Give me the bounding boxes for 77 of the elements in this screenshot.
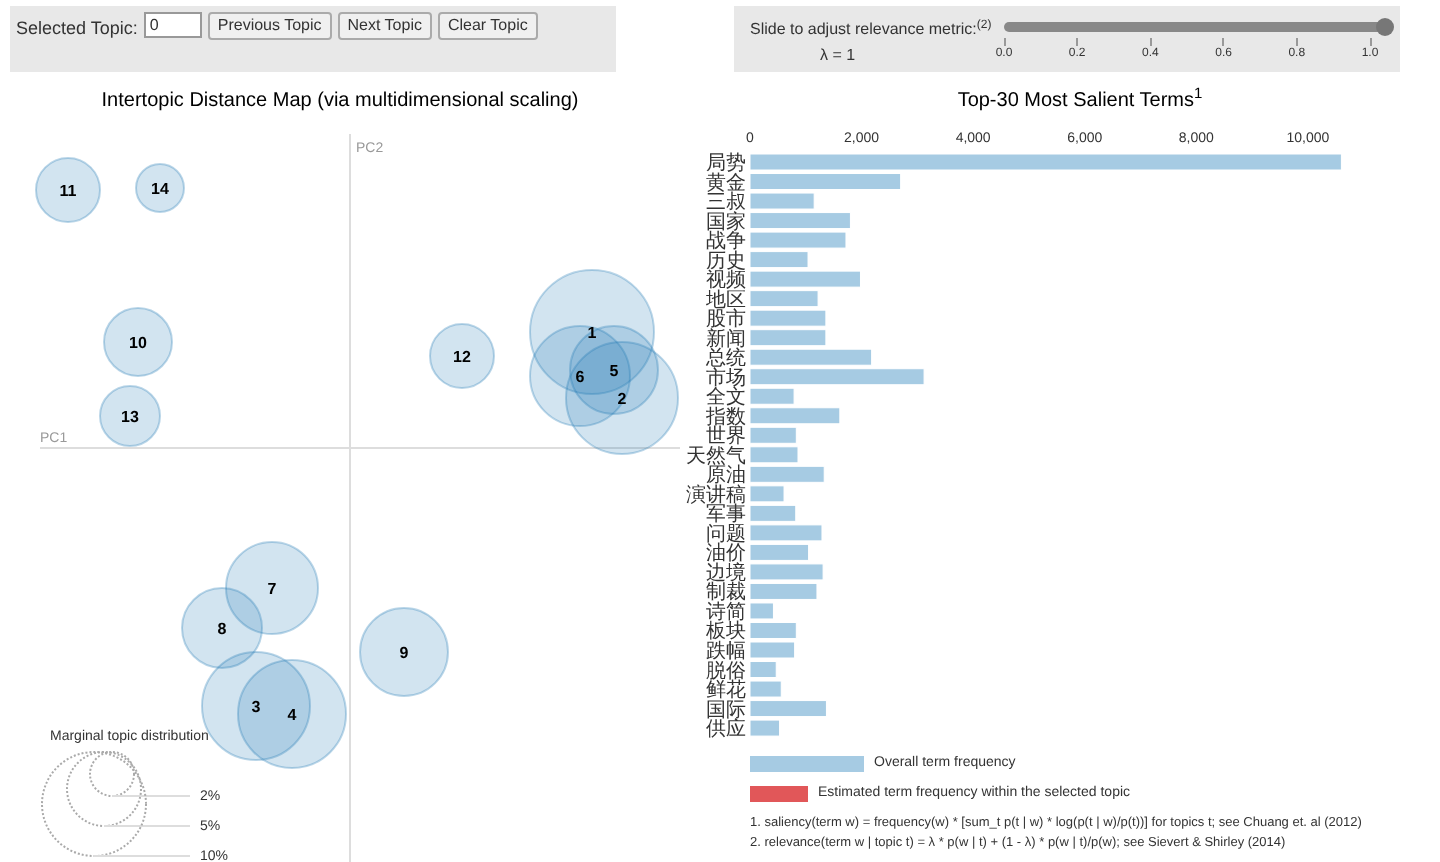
term-label: 局势 bbox=[706, 153, 746, 175]
slider-thumb[interactable] bbox=[1376, 18, 1394, 36]
term-bar[interactable] bbox=[749, 153, 1342, 171]
term-bar[interactable] bbox=[749, 270, 861, 288]
leader-line bbox=[111, 794, 191, 797]
term-bar[interactable] bbox=[749, 231, 847, 249]
term-bar[interactable] bbox=[749, 329, 827, 347]
term-bar[interactable] bbox=[749, 426, 797, 444]
term-bar[interactable] bbox=[749, 602, 774, 620]
term-label: 市场 bbox=[706, 367, 746, 390]
topic-number: 11 bbox=[59, 181, 77, 200]
term-label: 世界 bbox=[706, 426, 746, 449]
term-label: 指数 bbox=[706, 406, 746, 429]
term-bar[interactable] bbox=[749, 622, 797, 639]
term-bar[interactable] bbox=[749, 680, 782, 698]
leader-line bbox=[93, 854, 191, 857]
term-label: 鲜花 bbox=[706, 680, 746, 703]
topic-number: 2 bbox=[617, 389, 627, 408]
term-bar[interactable] bbox=[749, 212, 851, 230]
term-label: 诗简 bbox=[706, 601, 746, 624]
term-label: 问题 bbox=[706, 523, 746, 546]
term-label: 新闻 bbox=[706, 328, 746, 351]
topic-number: 3 bbox=[251, 697, 261, 716]
relevance-label: Slide to adjust relevance metric:$^{(2)}$ bbox=[750, 18, 992, 42]
topic-number: 5 bbox=[609, 361, 619, 380]
topic-button[interactable]: Clear Topic bbox=[437, 12, 538, 40]
term-bar[interactable] bbox=[749, 309, 827, 327]
topic-button[interactable]: Next Topic bbox=[337, 12, 432, 40]
selected-topic-label: Selected Topic: bbox=[16, 16, 138, 42]
term-bar[interactable] bbox=[749, 192, 815, 210]
topic-button[interactable]: Previous Topic bbox=[207, 12, 332, 40]
term-bar[interactable] bbox=[749, 465, 825, 483]
term-bar[interactable] bbox=[749, 173, 902, 190]
term-bar[interactable] bbox=[749, 368, 925, 386]
term-bar[interactable] bbox=[749, 290, 819, 308]
term-bar[interactable] bbox=[749, 524, 823, 542]
topic-number: 9 bbox=[399, 643, 409, 662]
term-bar[interactable] bbox=[749, 348, 873, 366]
topic-number: 13 bbox=[121, 407, 139, 426]
topic-number: 12 bbox=[453, 347, 471, 366]
topic-number: 10 bbox=[129, 333, 147, 352]
term-label: 国家 bbox=[706, 211, 746, 234]
lambda-value: λ = 1 bbox=[820, 44, 856, 68]
term-label: 供应 bbox=[706, 719, 746, 742]
term-bar[interactable] bbox=[749, 582, 818, 600]
map-title: Intertopic Distance Map (via multidimensional scaling) bbox=[101, 87, 579, 116]
term-label: 脱俗 bbox=[706, 660, 746, 683]
term-bar[interactable] bbox=[749, 700, 827, 718]
chart-title: Top-30 Most Salient Terms$^{1}$ bbox=[957, 86, 1203, 116]
topic-input[interactable]: 0 bbox=[143, 12, 202, 38]
topic-circle[interactable] bbox=[99, 384, 161, 447]
term-label: 天然气 bbox=[686, 445, 746, 468]
topic-number: 1 bbox=[587, 323, 597, 342]
term-bar[interactable] bbox=[749, 563, 824, 581]
topic-number: 14 bbox=[151, 179, 169, 198]
term-label: 战争 bbox=[706, 231, 746, 254]
term-bar[interactable] bbox=[749, 485, 785, 503]
term-bar[interactable] bbox=[749, 719, 781, 737]
term-bar[interactable] bbox=[749, 661, 777, 678]
term-bar[interactable] bbox=[749, 504, 797, 522]
term-label: 演讲稿 bbox=[686, 484, 746, 507]
topic-number: 6 bbox=[575, 367, 585, 386]
term-bar[interactable] bbox=[749, 387, 795, 405]
topic-circle[interactable] bbox=[135, 162, 185, 213]
term-bar[interactable] bbox=[749, 446, 799, 464]
term-label: 边境 bbox=[706, 562, 746, 585]
leader-line bbox=[103, 824, 191, 827]
topic-number: 7 bbox=[267, 579, 277, 598]
term-bar[interactable] bbox=[749, 543, 810, 561]
topic-number: 4 bbox=[287, 705, 297, 724]
term-label: 国际 bbox=[706, 699, 746, 722]
term-label: 跌幅 bbox=[706, 641, 746, 663]
topic-number: 8 bbox=[217, 619, 227, 638]
term-bar[interactable] bbox=[749, 407, 841, 425]
term-bar[interactable] bbox=[749, 641, 796, 659]
term-bar[interactable] bbox=[749, 251, 809, 269]
term-label: 军事 bbox=[706, 504, 746, 527]
